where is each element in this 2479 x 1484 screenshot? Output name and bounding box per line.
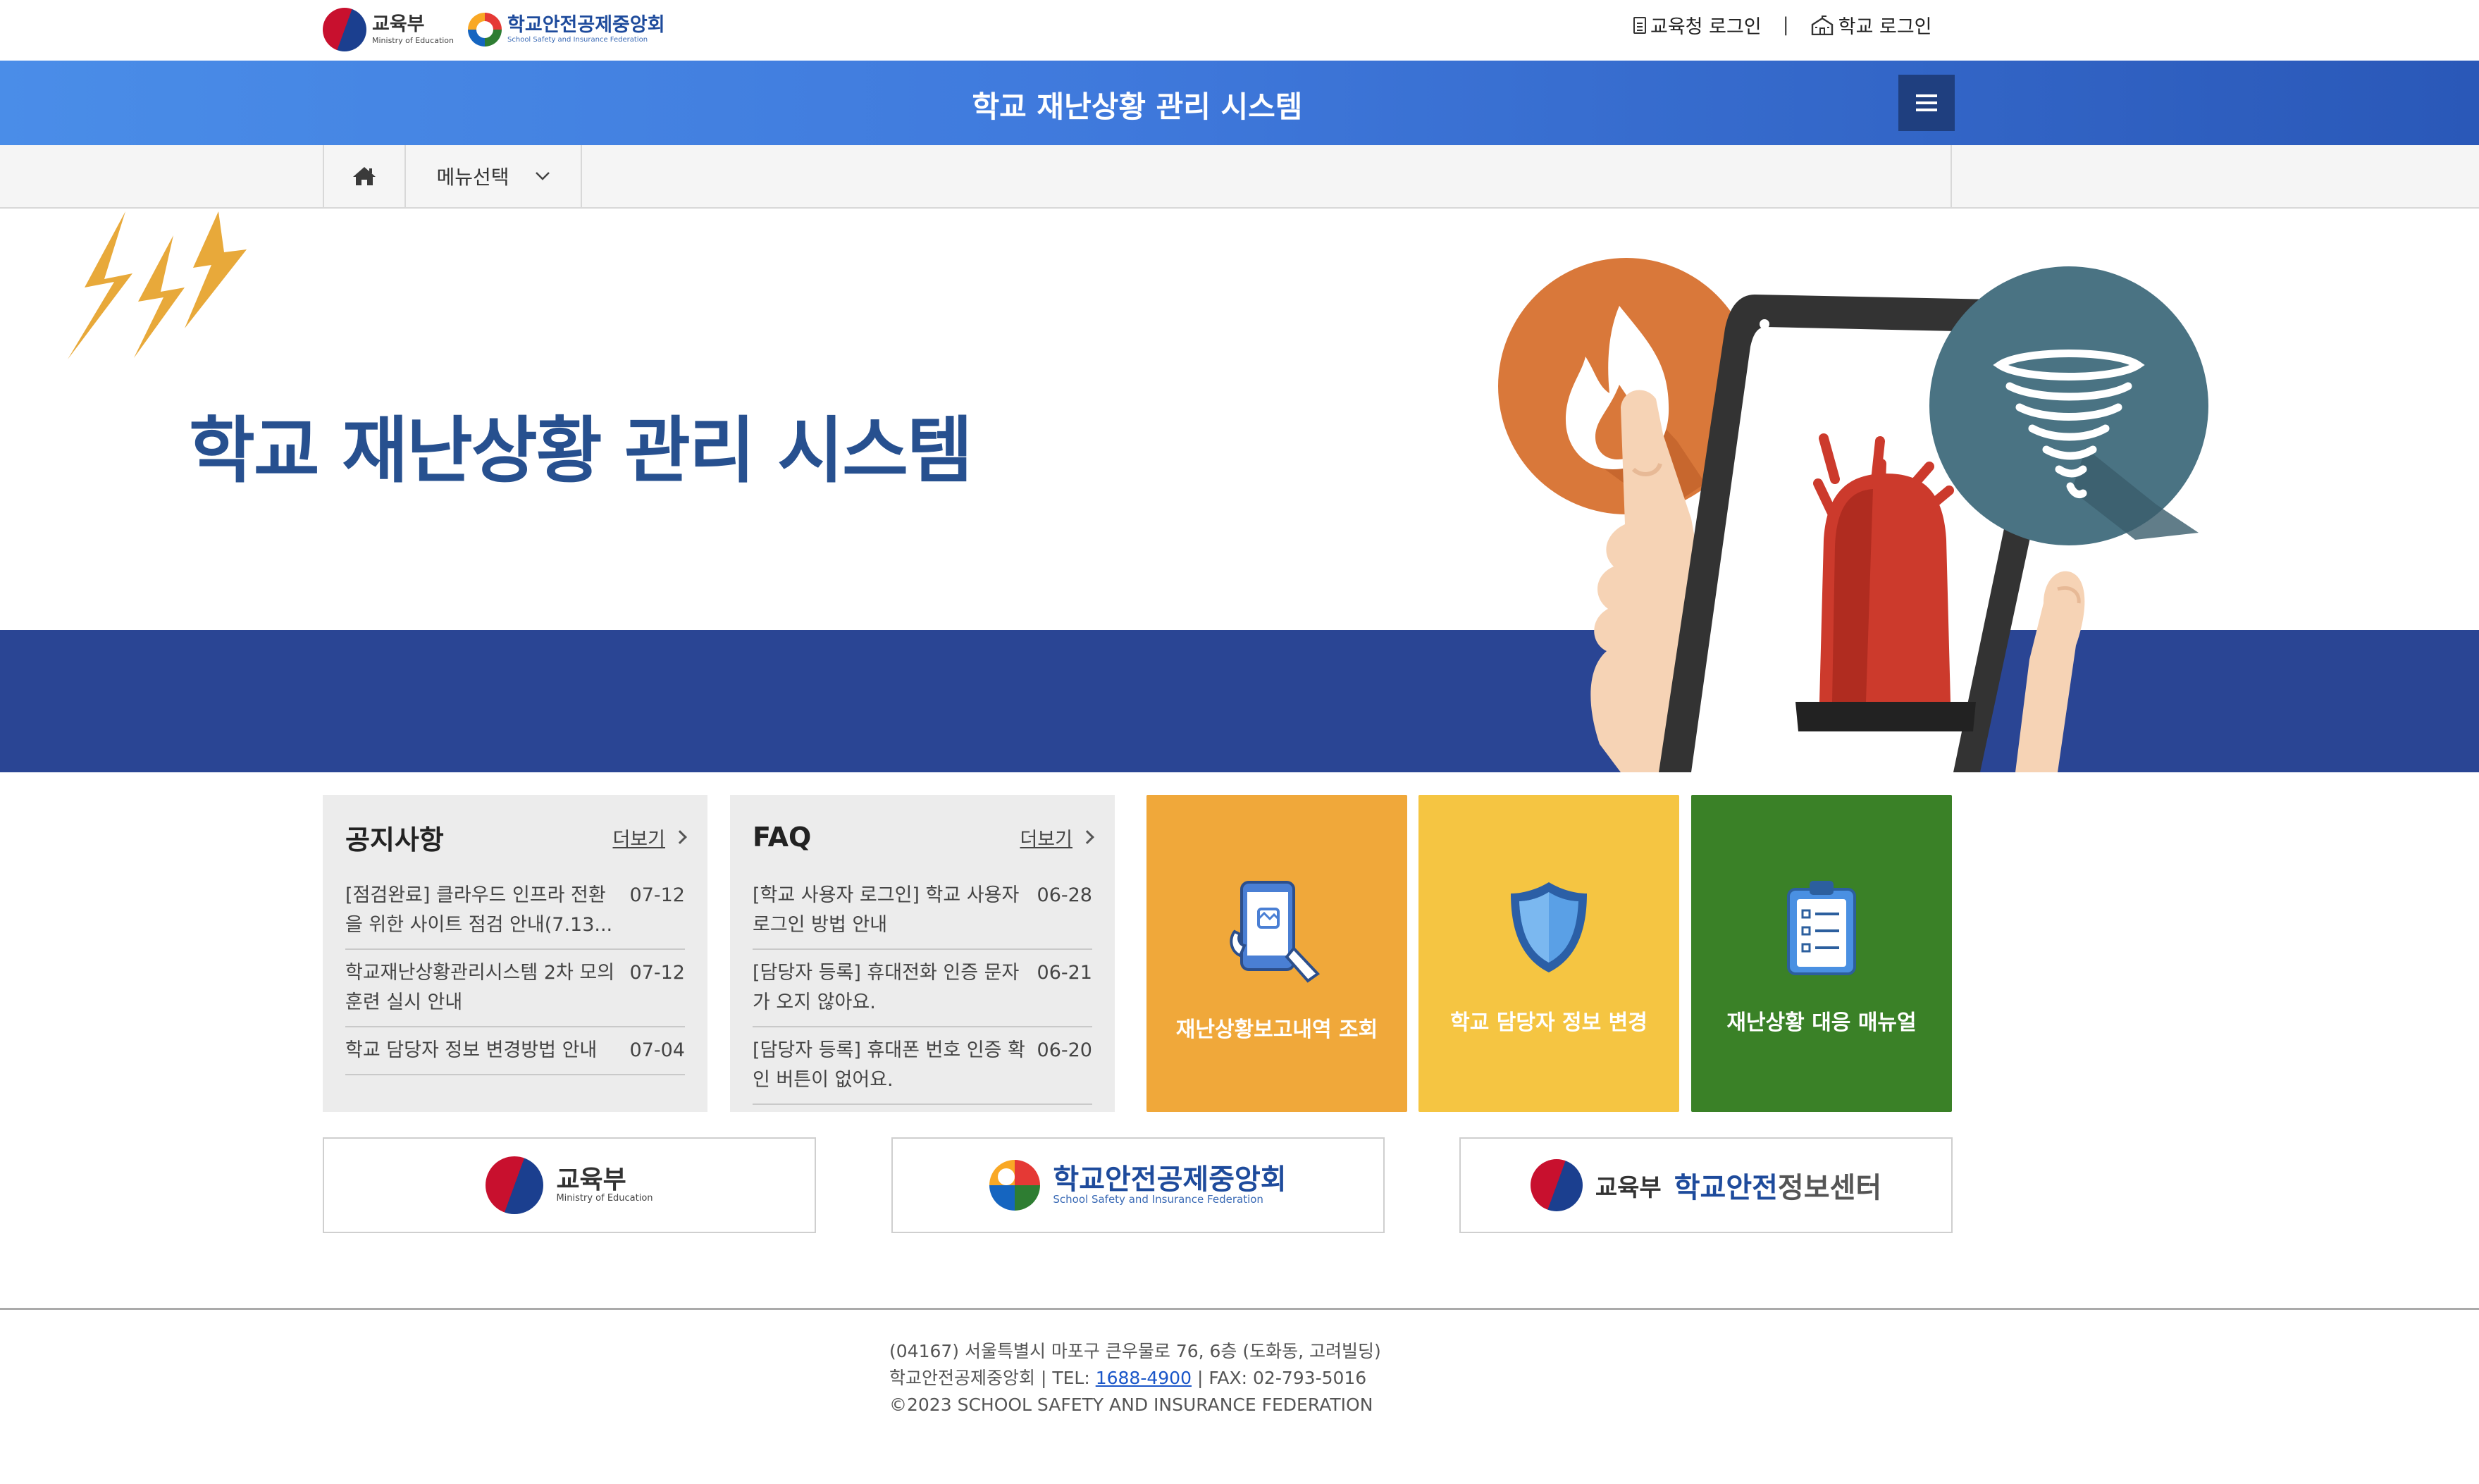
chevron-right-icon	[673, 830, 687, 844]
notice-item[interactable]: 학교 담당자 정보 변경방법 안내 07-04	[345, 1027, 685, 1075]
faq-item[interactable]: [담당자 등록] 휴대전화 인증 문자가 오지 않아요. 06-21	[753, 950, 1092, 1027]
report-history-label: 재난상황보고내역 조회	[1175, 1018, 1378, 1042]
ssif-banner-text: 학교안전공제중앙회	[1053, 1163, 1287, 1197]
notice-item-date: 07-12	[629, 962, 685, 984]
notice-item-title: 학교재난상황관리시스템 2차 모의 훈련 실시 안내	[345, 962, 615, 1013]
tornado-icon	[1929, 266, 2208, 545]
notice-board: 공지사항 더보기 [점검완료] 클라우드 인프라 전환을 위한 사이트 점검 안…	[323, 795, 707, 1112]
faq-item[interactable]: [학교 사용자 로그인] 학교 사용자 로그인 방법 안내 06-28	[753, 872, 1092, 950]
chevron-right-icon	[1080, 830, 1094, 844]
safety-info-center-banner-link[interactable]: 교육부 학교안전정보센터	[1459, 1137, 1953, 1233]
hand-icon	[2015, 571, 2085, 772]
chevron-down-icon	[535, 172, 550, 180]
taeguk-emblem-icon	[1530, 1159, 1583, 1211]
faq-item-date: 06-21	[1037, 962, 1092, 984]
report-history-tile[interactable]: 재난상황보고내역 조회	[1146, 795, 1407, 1112]
site-header: 학교 재난상황 관리 시스템	[0, 61, 2479, 145]
footer-copyright: ©2023 SCHOOL SAFETY AND INSURANCE FEDERA…	[889, 1395, 1373, 1415]
logo-group: 교육부 Ministry of Education 학교안전공제중앙회 Scho…	[323, 3, 665, 56]
school-login-link[interactable]: 학교 로그인	[1810, 11, 1932, 39]
menu-select-dropdown[interactable]: 메뉴선택	[406, 145, 582, 207]
notice-more-label: 더보기	[612, 828, 665, 851]
hero-title: 학교 재난상황 관리 시스템	[189, 409, 973, 493]
hamburger-menu-button[interactable]	[1898, 75, 1955, 131]
safety-banner-rest-text: 정보센터	[1777, 1172, 1882, 1204]
faq-item-title: [담당자 등록] 휴대폰 번호 인증 확인 버튼이 없어요.	[753, 1039, 1025, 1091]
footer-fax-label: | FAX:	[1197, 1368, 1248, 1388]
ssif-banner-subtext: School Safety and Insurance Federation	[1053, 1193, 1263, 1206]
ssif-logo-subtext: School Safety and Insurance Federation	[507, 36, 648, 44]
ssif-banner-link[interactable]: 학교안전공제중앙회 School Safety and Insurance Fe…	[891, 1137, 1385, 1233]
site-footer: (04167) 서울특별시 마포구 큰우물로 76, 6층 (도화동, 고려빌딩…	[0, 1308, 2479, 1484]
menu-select-label: 메뉴선택	[436, 166, 509, 189]
lightning-icon	[68, 211, 247, 359]
staff-info-label: 학교 담당자 정보 변경	[1450, 1010, 1647, 1035]
ssif-emblem-icon	[468, 13, 502, 47]
notice-item-date: 07-04	[629, 1039, 685, 1061]
phone-report-icon	[1230, 881, 1321, 983]
response-manual-label: 재난상황 대응 매뉴얼	[1726, 1010, 1917, 1035]
faq-item-title: [담당자 등록] 휴대전화 인증 문자가 오지 않아요.	[753, 962, 1020, 1013]
edu-office-login-label: 교육청 로그인	[1650, 16, 1762, 38]
notice-title: 공지사항	[345, 824, 444, 855]
home-button[interactable]	[323, 145, 406, 207]
notice-more-link[interactable]: 더보기	[612, 824, 687, 851]
ssif-emblem-icon	[989, 1160, 1041, 1211]
faq-more-link[interactable]: 더보기	[1020, 824, 1094, 851]
faq-item[interactable]: [담당자 등록] 휴대폰 번호 인증 확인 버튼이 없어요. 06-20	[753, 1027, 1092, 1105]
login-links: 교육청 로그인 | 학교 로그인	[1633, 11, 1932, 39]
moe-banner-text: 교육부	[556, 1165, 626, 1195]
faq-title: FAQ	[753, 822, 812, 853]
moe-logo[interactable]: 교육부 Ministry of Education	[323, 8, 454, 51]
school-login-label: 학교 로그인	[1838, 16, 1932, 38]
breadcrumb-nav: 메뉴선택	[0, 145, 2479, 209]
footer-org: 학교안전공제중앙회	[889, 1368, 1036, 1388]
notice-item[interactable]: 학교재난상황관리시스템 2차 모의 훈련 실시 안내 07-12	[345, 950, 685, 1027]
faq-item-date: 06-28	[1037, 884, 1092, 906]
hero-banner: 학교 재난상황 관리 시스템	[0, 209, 2479, 772]
notice-item-date: 07-12	[629, 884, 685, 906]
footer-fax: 02-793-5016	[1253, 1368, 1367, 1388]
response-manual-tile[interactable]: 재난상황 대응 매뉴얼	[1691, 795, 1952, 1112]
document-icon	[1633, 16, 1646, 34]
hamburger-icon-line	[1916, 109, 1937, 111]
moe-logo-text: 교육부	[372, 13, 425, 35]
footer-contact: 학교안전공제중앙회 | TEL: 1688-4900 | FAX: 02-793…	[889, 1365, 1381, 1392]
staff-info-tile[interactable]: 학교 담당자 정보 변경	[1418, 795, 1679, 1112]
moe-banner-subtext: Ministry of Education	[556, 1193, 653, 1204]
faq-board: FAQ 더보기 [학교 사용자 로그인] 학교 사용자 로그인 방법 안내 06…	[730, 795, 1115, 1112]
safety-banner-blue-text: 학교안전	[1674, 1172, 1778, 1204]
nav-divider	[1951, 145, 1952, 207]
login-separator: |	[1782, 14, 1789, 36]
notice-item[interactable]: [점검완료] 클라우드 인프라 전환을 위한 사이트 점검 안내(7.13...…	[345, 872, 685, 950]
notice-item-title: [점검완료] 클라우드 인프라 전환을 위한 사이트 점검 안내(7.13...	[345, 884, 613, 936]
faq-item-date: 06-20	[1037, 1039, 1092, 1061]
taeguk-emblem-icon	[323, 8, 366, 51]
hamburger-icon-line	[1916, 101, 1937, 104]
top-bar: 교육부 Ministry of Education 학교안전공제중앙회 Scho…	[0, 0, 2479, 61]
taeguk-emblem-icon	[486, 1156, 544, 1214]
moe-logo-subtext: Ministry of Education	[372, 36, 455, 45]
footer-tel-label: | TEL:	[1040, 1368, 1090, 1388]
edu-office-login-link[interactable]: 교육청 로그인	[1633, 11, 1762, 39]
footer-address: (04167) 서울특별시 마포구 큰우물로 76, 6층 (도화동, 고려빌딩…	[889, 1341, 1381, 1361]
home-icon	[353, 167, 376, 185]
faq-item-title: [학교 사용자 로그인] 학교 사용자 로그인 방법 안내	[753, 884, 1020, 936]
moe-banner-link[interactable]: 교육부 Ministry of Education	[323, 1137, 816, 1233]
shield-icon	[1511, 882, 1587, 972]
faq-more-label: 더보기	[1020, 828, 1072, 851]
ssif-logo-text: 학교안전공제중앙회	[507, 14, 665, 36]
hamburger-icon	[1916, 94, 1937, 97]
ssif-logo[interactable]: 학교안전공제중앙회 School Safety and Insurance Fe…	[468, 13, 665, 47]
footer-tel-link[interactable]: 1688-4900	[1096, 1368, 1192, 1388]
notice-item-title: 학교 담당자 정보 변경방법 안내	[345, 1039, 598, 1061]
clipboard-icon	[1787, 881, 1856, 975]
safety-banner-prefix: 교육부	[1595, 1173, 1662, 1202]
school-building-icon	[1811, 15, 1833, 35]
